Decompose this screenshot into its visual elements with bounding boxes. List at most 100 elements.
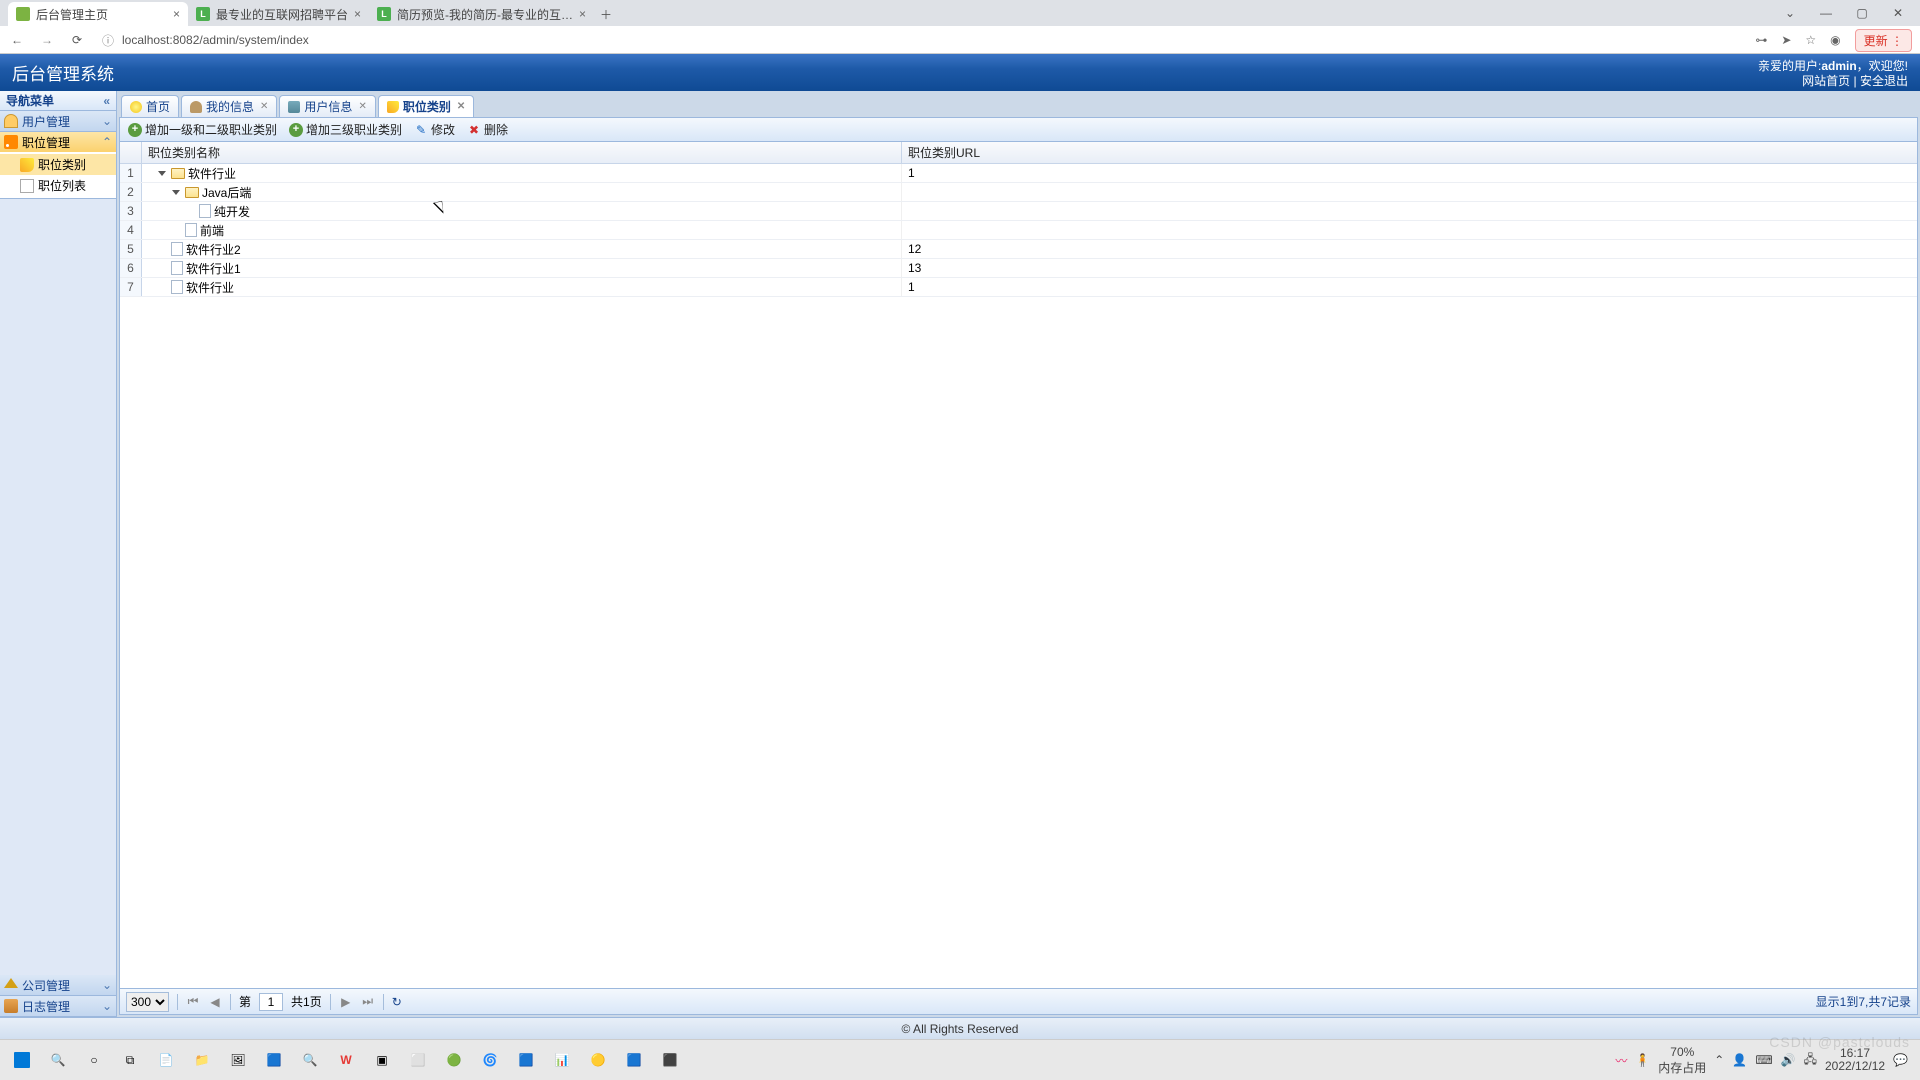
favicon-icon: L: [377, 7, 391, 21]
taskbar-app[interactable]: 🟦: [256, 1042, 292, 1078]
profile-icon[interactable]: ◉: [1830, 33, 1840, 47]
cortana-button[interactable]: ○: [76, 1042, 112, 1078]
browser-tab-2[interactable]: L 简历预览-我的简历-最专业的互… ×: [369, 2, 594, 26]
send-icon[interactable]: ➤: [1781, 33, 1791, 47]
tab-user-info[interactable]: 用户信息 ✕: [279, 95, 375, 117]
taskbar-app[interactable]: 🔍: [292, 1042, 328, 1078]
tab-close-icon[interactable]: ×: [354, 7, 361, 21]
table-row[interactable]: 6软件行业113: [120, 259, 1917, 278]
tray-volume-icon[interactable]: 🔊: [1781, 1053, 1796, 1067]
taskbar-app[interactable]: 🌀: [472, 1042, 508, 1078]
tray-icon[interactable]: 👤: [1732, 1053, 1747, 1067]
tray-keyboard-icon[interactable]: ⌨: [1755, 1053, 1772, 1067]
refresh-button[interactable]: ↻: [392, 995, 402, 1009]
taskbar-app[interactable]: 🟢: [436, 1042, 472, 1078]
tray-network-icon[interactable]: 🖧: [1804, 1050, 1817, 1071]
notification-icon[interactable]: 💬: [1893, 1053, 1908, 1067]
back-button[interactable]: ←: [8, 33, 26, 47]
taskbar-clock[interactable]: 16:17 2022/12/12: [1825, 1047, 1885, 1073]
new-tab-button[interactable]: ＋: [594, 2, 618, 26]
tab-close-icon[interactable]: ×: [173, 7, 180, 21]
page-input[interactable]: [259, 993, 283, 1011]
sidebar-item-category[interactable]: 职位类别: [0, 154, 116, 175]
reload-button[interactable]: ⟳: [68, 33, 86, 47]
taskbar-app[interactable]: W: [328, 1042, 364, 1078]
tab-close-icon[interactable]: ✕: [260, 101, 268, 112]
tab-close-icon[interactable]: ✕: [457, 101, 465, 112]
table-row[interactable]: 7软件行业1: [120, 278, 1917, 297]
link-home[interactable]: 网站首页: [1802, 74, 1850, 88]
table-row[interactable]: 5软件行业212: [120, 240, 1917, 259]
tree-label: 纯开发: [214, 203, 250, 220]
browser-tab-1[interactable]: L 最专业的互联网招聘平台 ×: [188, 2, 369, 26]
sidebar-hd-positions[interactable]: 职位管理 ⌃: [0, 132, 116, 152]
taskbar-app[interactable]: 🟦: [508, 1042, 544, 1078]
sidebar-hd-users[interactable]: 用户管理 ⌄: [0, 111, 116, 131]
tray-icon[interactable]: 〰: [1615, 1052, 1627, 1069]
taskbar-app[interactable]: ⬜: [400, 1042, 436, 1078]
tree-collapse-icon[interactable]: [158, 171, 166, 176]
taskbar-app[interactable]: ▣: [364, 1042, 400, 1078]
start-button[interactable]: [4, 1042, 40, 1078]
key-icon[interactable]: ⊶: [1755, 33, 1767, 47]
prev-page-button[interactable]: ◀: [208, 995, 222, 1009]
link-logout[interactable]: 安全退出: [1860, 74, 1908, 88]
url-input[interactable]: ⓘ localhost:8082/admin/system/index: [98, 29, 1743, 51]
search-button[interactable]: 🔍: [40, 1042, 76, 1078]
add-level3-button[interactable]: + 增加三级职业类别: [285, 120, 406, 139]
battery-indicator[interactable]: 70% 内存占用: [1658, 1045, 1706, 1076]
table-row[interactable]: 1软件行业1: [120, 164, 1917, 183]
page-size-select[interactable]: 300: [126, 992, 169, 1012]
browser-tab-0[interactable]: 后台管理主页 ×: [8, 2, 188, 26]
sidebar-hd-company[interactable]: 公司管理 ⌄: [0, 975, 116, 995]
next-page-button[interactable]: ▶: [339, 995, 353, 1009]
col-name[interactable]: 职位类别名称: [142, 142, 902, 163]
taskbar-chrome[interactable]: 🟡: [580, 1042, 616, 1078]
taskbar-app[interactable]: 📊: [544, 1042, 580, 1078]
tab-home[interactable]: 首页: [121, 95, 179, 117]
update-button[interactable]: 更新 ⋮: [1855, 29, 1912, 52]
table-row[interactable]: 2Java后端: [120, 183, 1917, 202]
tab-close-icon[interactable]: ×: [579, 7, 586, 21]
paging-summary: 显示1到7,共7记录: [1816, 993, 1911, 1010]
sidebar: 导航菜单 « 用户管理 ⌄ 职位管理 ⌃ 职位类别: [0, 91, 117, 1017]
taskbar-app[interactable]: 📄: [148, 1042, 184, 1078]
taskbar-app[interactable]: 📁: [184, 1042, 220, 1078]
plus-icon: +: [289, 123, 303, 137]
table-row[interactable]: 3纯开发: [120, 202, 1917, 221]
tree-label: 软件行业2: [186, 241, 241, 258]
username: admin: [1821, 59, 1856, 73]
forward-button[interactable]: →: [38, 33, 56, 47]
bookmark-icon[interactable]: ☆: [1805, 33, 1816, 47]
cell-name: 前端: [142, 221, 902, 239]
dropdown-icon[interactable]: ⌄: [1776, 3, 1804, 23]
task-view-button[interactable]: ⧉: [112, 1042, 148, 1078]
site-info-icon[interactable]: ⓘ: [102, 32, 114, 49]
first-page-button[interactable]: ⏮: [186, 995, 200, 1009]
tray-chevron-icon[interactable]: ⌃: [1714, 1053, 1724, 1067]
sidebar-collapse-icon[interactable]: «: [103, 94, 110, 108]
delete-button[interactable]: ✖ 删除: [463, 120, 512, 139]
pencil-icon: ✎: [414, 123, 428, 137]
table-row[interactable]: 4前端: [120, 221, 1917, 240]
col-url[interactable]: 职位类别URL: [902, 142, 1917, 163]
taskbar-app[interactable]: 🟦: [616, 1042, 652, 1078]
taskbar-app[interactable]: 🖼: [220, 1042, 256, 1078]
cell-url: 1: [902, 278, 1917, 296]
tab-close-icon[interactable]: ✕: [358, 101, 366, 112]
close-icon[interactable]: ✕: [1884, 3, 1912, 23]
browser-chrome: 后台管理主页 × L 最专业的互联网招聘平台 × L 简历预览-我的简历-最专业…: [0, 0, 1920, 54]
tree-label: 软件行业: [186, 279, 234, 296]
tree-collapse-icon[interactable]: [172, 190, 180, 195]
edit-button[interactable]: ✎ 修改: [410, 120, 459, 139]
minimize-icon[interactable]: ―: [1812, 3, 1840, 23]
tab-category[interactable]: 职位类别 ✕: [378, 95, 474, 117]
last-page-button[interactable]: ⏭: [361, 995, 375, 1009]
tray-icon[interactable]: 🧍: [1635, 1053, 1650, 1067]
sidebar-item-list[interactable]: 职位列表: [0, 175, 116, 196]
tab-my-info[interactable]: 我的信息 ✕: [181, 95, 277, 117]
sidebar-hd-log[interactable]: 日志管理 ⌄: [0, 996, 116, 1016]
maximize-icon[interactable]: ▢: [1848, 3, 1876, 23]
taskbar-app[interactable]: ⬛: [652, 1042, 688, 1078]
add-level12-button[interactable]: + 增加一级和二级职业类别: [124, 120, 281, 139]
